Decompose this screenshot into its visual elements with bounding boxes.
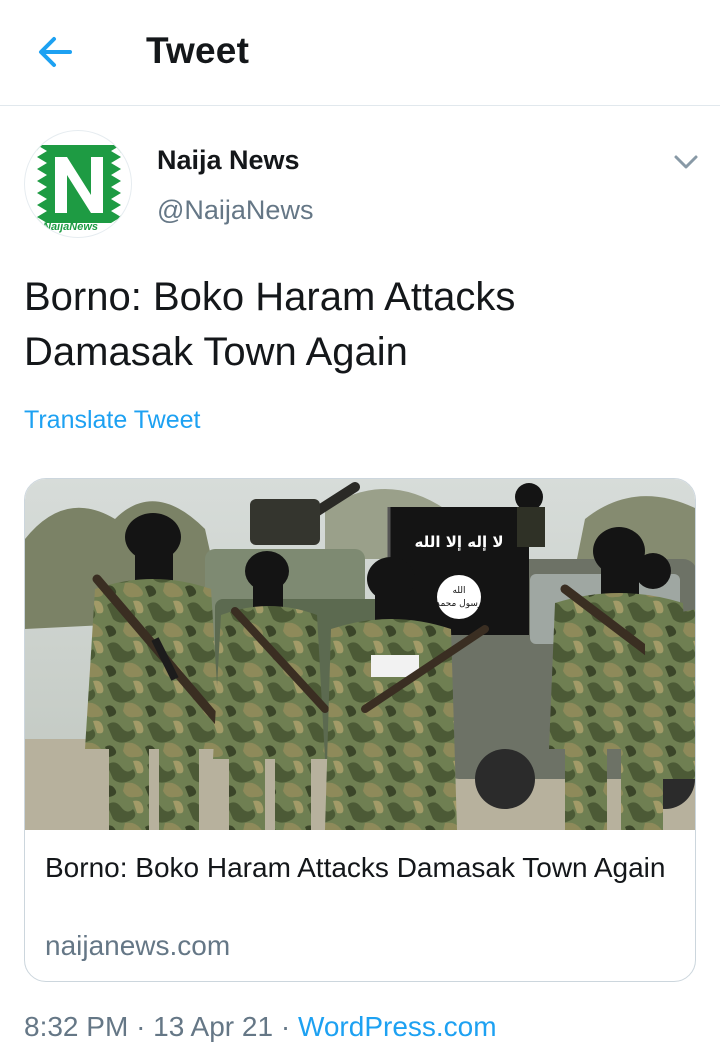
svg-text:رسول محمد: رسول محمد [436, 599, 483, 609]
meta-separator: · [136, 1011, 146, 1042]
arrow-left-icon [39, 37, 72, 67]
meta-separator: · [280, 1011, 291, 1042]
svg-text:الله: الله [452, 586, 465, 596]
author-avatar[interactable]: NaijaNews [24, 130, 132, 238]
tweet-text: Borno: Boko Haram Attacks Damasak Town A… [24, 275, 516, 374]
tweet-source-link[interactable]: WordPress.com [298, 1011, 497, 1042]
tweet-date: 13 Apr 21 [153, 1011, 274, 1042]
card-title: Borno: Boko Haram Attacks Damasak Town A… [45, 852, 666, 883]
author-name[interactable]: Naija News [157, 145, 300, 176]
translate-tweet-link[interactable]: Translate Tweet [24, 406, 200, 435]
link-preview-card[interactable]: لا إله إلا الله الله رسول محمد Borno: Bo… [24, 478, 696, 982]
card-domain: naijanews.com [45, 930, 231, 961]
tweet-meta: 8:32 PM · 13 Apr 21 · WordPress.com [24, 1011, 497, 1043]
chevron-down-icon [674, 155, 698, 169]
page-title: Tweet [146, 30, 250, 71]
top-bar: Tweet [0, 0, 720, 106]
more-options-button[interactable] [670, 146, 702, 178]
tweet-time: 8:32 PM [24, 1011, 129, 1042]
svg-text:لا إله إلا الله: لا إله إلا الله [414, 533, 503, 551]
author-handle[interactable]: @NaijaNews [157, 195, 313, 226]
back-button[interactable] [34, 30, 78, 74]
naija-news-logo: NaijaNews [37, 145, 121, 233]
card-image: لا إله إلا الله الله رسول محمد [25, 479, 695, 830]
svg-text:NaijaNews: NaijaNews [43, 221, 98, 233]
